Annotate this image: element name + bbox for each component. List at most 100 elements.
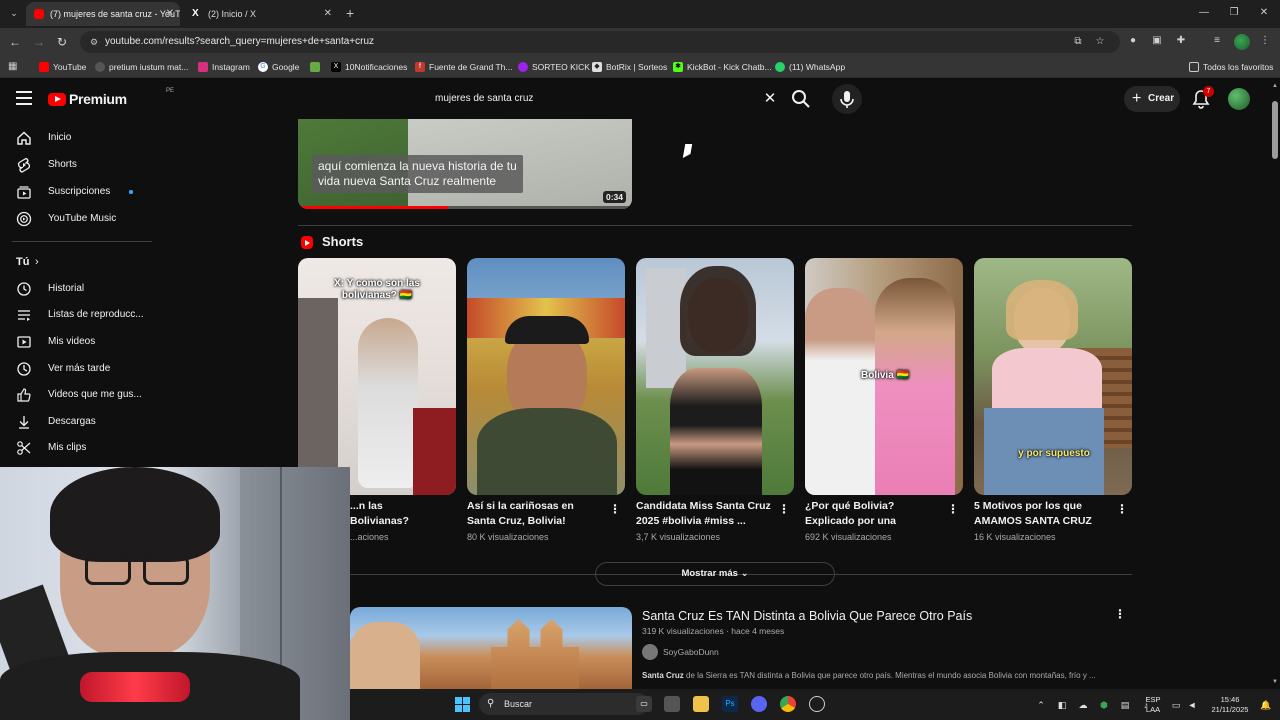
- scroll-up-icon[interactable]: ▲: [1272, 83, 1278, 89]
- tray-app-icon[interactable]: ⬢: [1098, 699, 1110, 711]
- short-thumbnail[interactable]: Bolivia 🇧🇴: [805, 258, 963, 495]
- tray-app-icon[interactable]: ▤: [1119, 699, 1131, 711]
- scrollbar-thumb[interactable]: [1272, 101, 1278, 159]
- more-actions-icon[interactable]: ⋮: [947, 502, 959, 516]
- bookmark-google[interactable]: G Google: [258, 56, 299, 78]
- clock[interactable]: 15:46 21/11/2025: [1205, 695, 1255, 715]
- bookmark-instagram[interactable]: Instagram: [198, 56, 250, 78]
- show-hidden-icons[interactable]: ⌃: [1035, 699, 1047, 711]
- input-language[interactable]: ESP LAA: [1143, 695, 1163, 715]
- short-card[interactable]: Candidata Miss Santa Cruz 2025 #bolivia …: [636, 258, 794, 542]
- extensions-puzzle-icon[interactable]: ✚: [1174, 34, 1188, 48]
- video-result[interactable]: Santa Cruz Es TAN Distinta a Bolivia Que…: [350, 607, 1140, 689]
- reload-icon[interactable]: ↻: [53, 33, 71, 51]
- close-tab-icon[interactable]: ✕: [166, 2, 174, 26]
- sidebar-item-clips[interactable]: Mis clips: [0, 435, 150, 461]
- account-avatar[interactable]: [1228, 88, 1250, 110]
- sidebar-item-downloads[interactable]: Descargas: [0, 409, 150, 435]
- short-title[interactable]: Así si la cariñosas en Santa Cruz, Boliv…: [467, 499, 603, 529]
- video-title[interactable]: Santa Cruz Es TAN Distinta a Bolivia Que…: [642, 608, 972, 624]
- sidebar-item-youtube-music[interactable]: YouTube Music: [0, 206, 150, 232]
- bookmark-kickbot[interactable]: ✱ KickBot - Kick Chatb...: [673, 56, 772, 78]
- app-icon[interactable]: [664, 696, 680, 712]
- scroll-down-icon[interactable]: ▼: [1272, 679, 1278, 685]
- create-button[interactable]: + Crear: [1124, 86, 1180, 112]
- apps-grid-icon[interactable]: ▦: [8, 61, 20, 73]
- video-thumbnail[interactable]: [350, 607, 632, 689]
- chrome-menu-icon[interactable]: ⋮: [1258, 34, 1272, 48]
- bookmark-gta-font[interactable]: f Fuente de Grand Th...: [415, 56, 512, 78]
- bookmark-sorteo-kick[interactable]: SORTEO KICK: [518, 56, 590, 78]
- tray-app-icon[interactable]: ◧: [1056, 699, 1068, 711]
- bookmark-youtube[interactable]: YouTube: [39, 56, 86, 78]
- bookmark-extension[interactable]: [310, 56, 324, 78]
- new-tab-icon[interactable]: +: [346, 3, 360, 23]
- back-icon[interactable]: ←: [6, 33, 24, 51]
- channel-name[interactable]: SoyGaboDunn: [663, 647, 719, 657]
- file-explorer-icon[interactable]: [693, 696, 709, 712]
- tab-x[interactable]: X (2) Inicio / X ✕: [184, 2, 338, 26]
- volume-icon[interactable]: ◄: [1186, 699, 1198, 711]
- photoshop-icon[interactable]: Ps: [722, 696, 738, 712]
- forward-icon[interactable]: →: [30, 33, 48, 51]
- short-thumbnail[interactable]: y por supuesto: [974, 258, 1132, 495]
- short-thumbnail[interactable]: [467, 258, 625, 495]
- more-actions-icon[interactable]: ⋮: [778, 502, 790, 516]
- sidebar-item-shorts[interactable]: Shorts: [0, 152, 150, 178]
- extension-icon[interactable]: ●: [1126, 34, 1140, 48]
- sidebar-item-playlists[interactable]: Listas de reproducc...: [0, 302, 150, 328]
- short-title[interactable]: 5 Motivos por los que AMAMOS SANTA CRUZ …: [974, 499, 1110, 529]
- onedrive-icon[interactable]: ☁: [1077, 699, 1089, 711]
- bookmark-star-icon[interactable]: ☆: [1094, 36, 1106, 48]
- sidebar-item-your-videos[interactable]: Mis videos: [0, 329, 150, 355]
- short-title[interactable]: ...n las Bolivianas?: [350, 499, 440, 529]
- bookmark-x-notifications[interactable]: X 10Notificaciones: [331, 56, 407, 78]
- video-thumbnail[interactable]: aquí comienza la nueva historia de tu vi…: [298, 119, 632, 209]
- media-controls-icon[interactable]: ≡: [1210, 34, 1224, 48]
- search-input[interactable]: mujeres de santa cruz ✕: [422, 84, 786, 114]
- short-card[interactable]: Así si la cariñosas en Santa Cruz, Boliv…: [467, 258, 625, 542]
- close-window-icon[interactable]: ✕: [1256, 5, 1272, 21]
- tab-search-icon[interactable]: ⌄: [6, 5, 22, 21]
- task-view-icon[interactable]: ▭: [636, 696, 652, 712]
- short-title[interactable]: ¿Por qué Bolivia? Explicado por una Boli…: [805, 499, 941, 529]
- sidebar-section-you[interactable]: Tú ›: [0, 249, 150, 275]
- menu-icon[interactable]: [16, 91, 32, 105]
- bookmark-pretium[interactable]: pretium iustum mat...: [95, 56, 188, 78]
- notifications-bell-icon[interactable]: 7: [1192, 86, 1214, 109]
- voice-search-mic-icon[interactable]: [832, 84, 862, 114]
- install-app-icon[interactable]: ⧉: [1072, 36, 1084, 48]
- extension-icon[interactable]: ▣: [1150, 34, 1164, 48]
- bookmark-botrix[interactable]: ◆ BotRix | Sorteos: [592, 56, 667, 78]
- more-actions-icon[interactable]: ⋮: [609, 502, 621, 516]
- bookmark-whatsapp[interactable]: (11) WhatsApp: [775, 56, 845, 78]
- channel-avatar[interactable]: [642, 644, 658, 660]
- sidebar-item-inicio[interactable]: Inicio: [0, 125, 150, 151]
- short-thumbnail[interactable]: X: Y como son las bolivianas? 🇧🇴: [298, 258, 456, 495]
- sidebar-item-liked-videos[interactable]: Videos que me gus...: [0, 382, 150, 408]
- sidebar-item-historial[interactable]: Historial: [0, 276, 150, 302]
- short-thumbnail[interactable]: [636, 258, 794, 495]
- sidebar-item-watch-later[interactable]: Ver más tarde: [0, 356, 150, 382]
- more-actions-icon[interactable]: ⋮: [1116, 502, 1128, 516]
- discord-icon[interactable]: [751, 696, 767, 712]
- show-more-button[interactable]: Mostrar más ⌄: [595, 562, 835, 586]
- short-card[interactable]: X: Y como son las bolivianas? 🇧🇴 ...n la…: [298, 258, 456, 542]
- all-bookmarks-folder[interactable]: Todos los favoritos: [1189, 56, 1273, 78]
- chrome-icon[interactable]: [780, 696, 796, 712]
- address-bar[interactable]: ⚙ youtube.com/results?search_query=mujer…: [80, 31, 1120, 53]
- tab-youtube[interactable]: (7) mujeres de santa cruz - YouTube ✕: [26, 2, 180, 26]
- windows-start-icon[interactable]: [455, 697, 470, 712]
- sidebar-item-suscripciones[interactable]: Suscripciones: [0, 179, 150, 205]
- minimize-icon[interactable]: —: [1196, 5, 1212, 21]
- short-card[interactable]: y por supuesto 5 Motivos por los que AMA…: [974, 258, 1132, 542]
- network-icon[interactable]: ▭: [1170, 699, 1182, 711]
- short-title[interactable]: Candidata Miss Santa Cruz 2025 #bolivia …: [636, 499, 772, 529]
- url-text[interactable]: youtube.com/results?search_query=mujeres…: [105, 31, 374, 53]
- chrome-profile-icon[interactable]: [1234, 34, 1250, 50]
- site-info-icon[interactable]: ⚙: [88, 36, 100, 48]
- page-scrollbar[interactable]: ▲ ▼: [1270, 79, 1280, 687]
- notification-center-icon[interactable]: 🔔: [1260, 699, 1272, 711]
- search-icon[interactable]: [790, 88, 812, 110]
- obs-icon[interactable]: [809, 696, 825, 712]
